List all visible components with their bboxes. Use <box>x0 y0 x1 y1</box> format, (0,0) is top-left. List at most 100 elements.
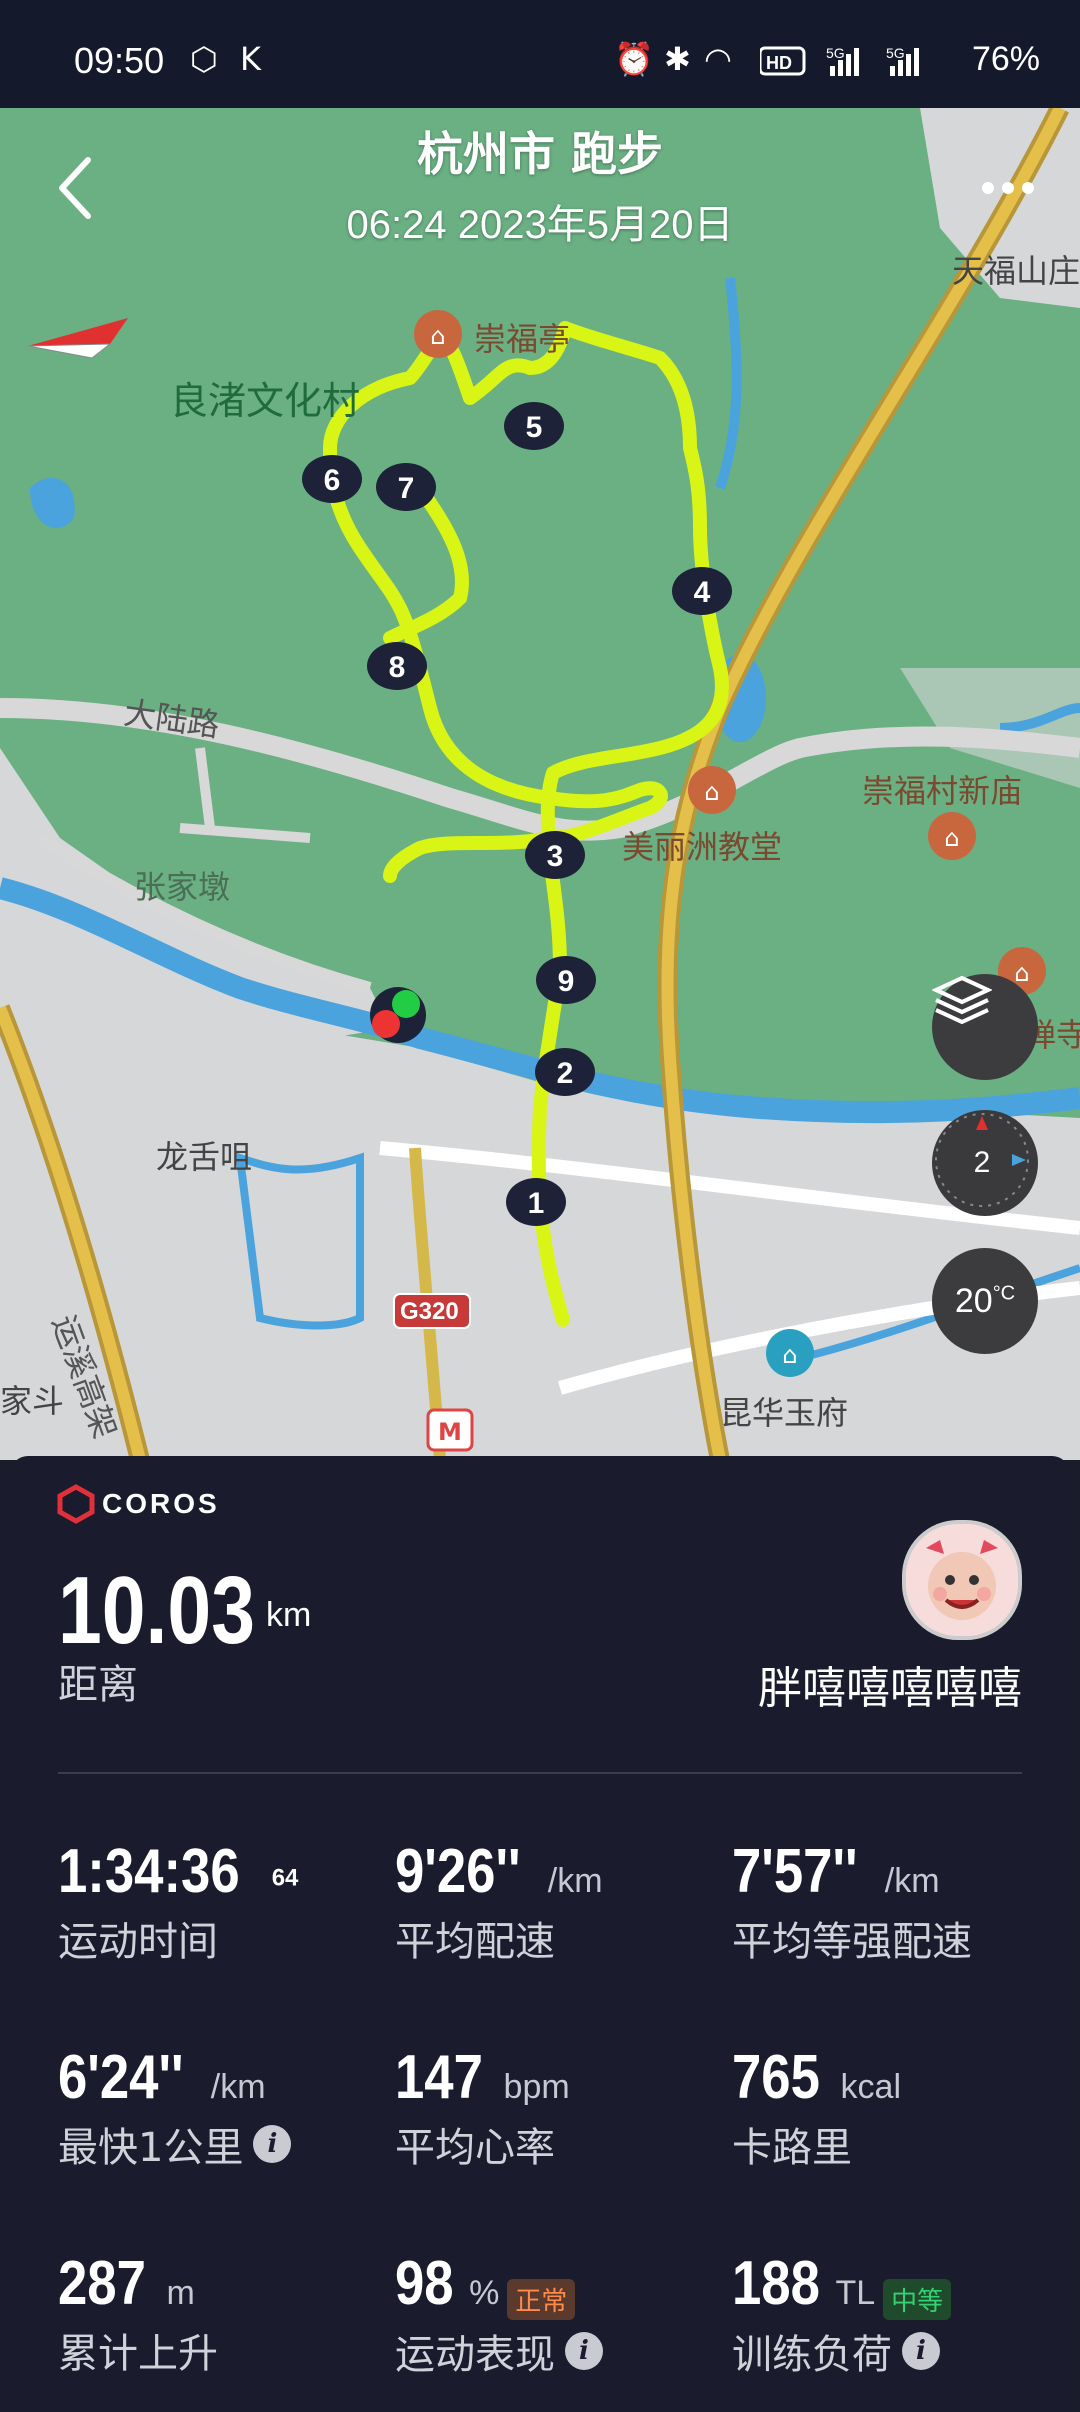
poi-pin-metro: M <box>426 1408 474 1452</box>
training-load-unit: TL <box>835 2274 876 2312</box>
ascent-unit: m <box>166 2274 195 2312</box>
avatar[interactable] <box>902 1520 1022 1640</box>
svg-text:2: 2 <box>974 1146 991 1179</box>
training-load-label: 训练负荷 <box>732 2332 892 2378</box>
svg-text:HD: HD <box>766 53 792 73</box>
svg-text:⌂: ⌂ <box>944 824 959 852</box>
avg-hr-unit: bpm <box>503 2068 570 2106</box>
place-zhangjiadun: 张家墩 <box>134 868 231 906</box>
k-app-icon: K <box>240 40 261 78</box>
place-jiadou: 家斗 <box>0 1382 65 1420</box>
duration-value: 1:34:36 <box>58 1837 240 1906</box>
fastest-km-unit: /km <box>210 2068 266 2106</box>
stat-avg-grade-pace: 7'57'' /km 平均等强配速 <box>732 1836 1052 1967</box>
svg-text:9: 9 <box>558 965 575 998</box>
avg-grade-pace-label: 平均等强配速 <box>732 1919 972 1965</box>
ascent-value: 287 <box>58 2249 146 2318</box>
avg-pace-label: 平均配速 <box>395 1919 555 1965</box>
activity-summary-panel: COROS 10.03 km 距离 胖嘻嘻嘻嘻嘻 1:34:36 64 运动时间 … <box>10 1456 1070 2412</box>
avg-hr-label: 平均心率 <box>395 2125 555 2171</box>
poi-pin-chongfuting: ⌂ <box>414 310 462 358</box>
stat-training-load: 188 TL 中等 训练负荷 i <box>732 2248 1052 2380</box>
fastest-km-value: 6'24'' <box>58 2043 184 2112</box>
svg-text:⌂: ⌂ <box>704 778 719 806</box>
training-load-value: 188 <box>732 2249 820 2318</box>
performance-value: 98 <box>395 2249 454 2318</box>
battery-level: 76% <box>971 40 1040 78</box>
poi-pin-meilizhou: ⌂ <box>688 766 736 814</box>
svg-text:6: 6 <box>324 464 341 497</box>
status-time: 09:50 <box>74 40 165 81</box>
svg-text:5G: 5G <box>886 45 905 61</box>
avg-grade-pace-unit: /km <box>884 1862 940 1900</box>
compass-button[interactable]: 2 <box>932 1110 1038 1216</box>
page-title: 杭州市 跑步 <box>416 127 663 181</box>
performance-status-badge: 正常 <box>507 2279 576 2320</box>
poi-pin-kunhua: ⌂ <box>766 1329 814 1377</box>
end-dot <box>372 1010 400 1038</box>
duration-hundredths: 64 <box>271 1864 299 1892</box>
info-icon[interactable]: i <box>565 2332 603 2370</box>
g320-label: G320 <box>400 1298 459 1325</box>
svg-text:1: 1 <box>528 1187 545 1220</box>
stat-duration: 1:34:36 64 运动时间 <box>58 1836 378 1967</box>
svg-text:M: M <box>438 1418 462 1446</box>
divider <box>58 1772 1022 1774</box>
performance-label: 运动表现 <box>395 2332 555 2378</box>
stat-performance: 98 % 正常 运动表现 i <box>395 2248 715 2380</box>
svg-text:⌂: ⌂ <box>1014 959 1029 987</box>
start-dot <box>392 990 420 1018</box>
signal-icons: HD 5G 5G <box>760 45 919 76</box>
coros-logo: COROS <box>56 1484 220 1524</box>
more-dots-icon <box>982 182 1034 194</box>
svg-text:2: 2 <box>557 1057 574 1090</box>
svg-text:⌂: ⌂ <box>430 322 445 350</box>
distance-unit: km <box>266 1596 312 1634</box>
temperature-unit: °C <box>992 1282 1016 1305</box>
bluetooth-icon: ✱ <box>664 40 691 78</box>
stat-calories: 765 kcal 卡路里 <box>732 2042 1052 2173</box>
svg-text:5G: 5G <box>826 45 845 61</box>
north-pointer-icon <box>28 318 128 346</box>
place-tianfu: 天福山庄 <box>952 252 1080 290</box>
map-layers-button[interactable] <box>932 974 1038 1080</box>
stat-ascent: 287 m 累计上升 <box>58 2248 378 2379</box>
distance-value: 10.03 <box>58 1557 255 1664</box>
place-longshe: 龙舌咀 <box>156 1138 253 1176</box>
svg-text:4: 4 <box>694 576 711 609</box>
avg-hr-value: 147 <box>395 2043 483 2112</box>
fastest-km-label: 最快1公里 <box>58 2125 244 2171</box>
place-chongfuting: 崇福亭 <box>474 320 571 358</box>
username: 胖嘻嘻嘻嘻嘻 <box>758 1663 1022 1714</box>
svg-text:7: 7 <box>398 472 415 505</box>
app-notification-icon: ⬡ <box>190 40 218 78</box>
avg-grade-pace-value: 7'57'' <box>732 1837 858 1906</box>
coros-logo-icon <box>57 1484 95 1524</box>
place-meilizhou: 美丽洲教堂 <box>622 828 783 866</box>
wifi-icon: ◠ <box>704 40 732 78</box>
calories-unit: kcal <box>840 2068 902 2106</box>
distance-label: 距离 <box>58 1662 138 1708</box>
activity-datetime: 06:24 2023年5月20日 <box>346 203 734 247</box>
more-button[interactable] <box>974 168 1044 208</box>
svg-text:8: 8 <box>389 651 406 684</box>
route-map[interactable]: 1 2 3 4 5 6 7 8 9 ⌂ ⌂ ⌂ ⌂ ⌂ M 天福山庄 崇福亭 良… <box>0 108 1080 1460</box>
stat-avg-hr: 147 bpm 平均心率 <box>395 2042 715 2173</box>
temperature-value: 20 <box>954 1281 993 1320</box>
temperature-badge: 20°C <box>932 1248 1038 1354</box>
status-bar: 09:50 ⬡ K ⏰ ✱ ◠ HD 5G 5G 76% <box>0 0 1080 108</box>
avatar-image <box>906 1524 1018 1636</box>
calories-label: 卡路里 <box>732 2125 852 2171</box>
performance-unit: % <box>469 2274 500 2312</box>
ascent-label: 累计上升 <box>58 2331 218 2377</box>
info-icon[interactable]: i <box>902 2332 940 2370</box>
compass-icon: 2 <box>935 1113 1029 1207</box>
place-chongfucun: 崇福村新庙 <box>862 772 1023 810</box>
duration-label: 运动时间 <box>58 1919 218 1965</box>
poi-pin-chongfucun: ⌂ <box>928 812 976 860</box>
stat-fastest-km: 6'24'' /km 最快1公里 i <box>58 2042 378 2173</box>
calories-value: 765 <box>732 2043 820 2112</box>
stat-avg-pace: 9'26'' /km 平均配速 <box>395 1836 715 1967</box>
info-icon[interactable]: i <box>253 2125 292 2163</box>
place-kunhua: 昆华玉府 <box>720 1394 849 1432</box>
